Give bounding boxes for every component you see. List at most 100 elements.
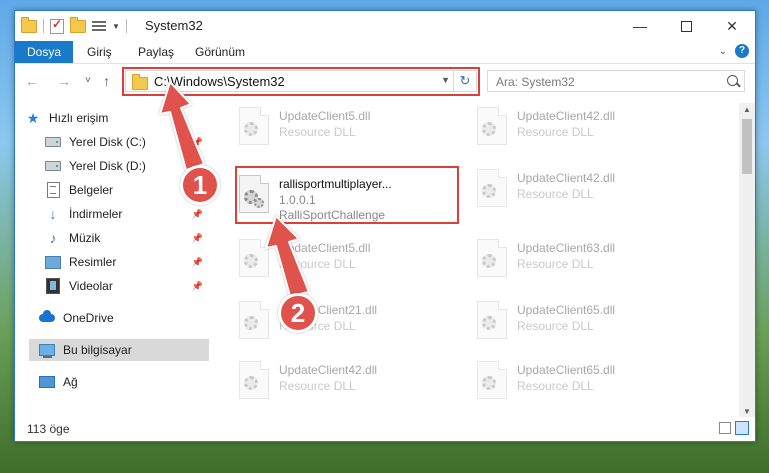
scroll-up-arrow-icon[interactable]: ▲ — [739, 105, 755, 114]
up-button[interactable]: ↑ — [103, 73, 110, 89]
nav-item-local-disk-c[interactable]: Yerel Disk (C:) 📌 — [45, 131, 209, 153]
gear-icon — [244, 316, 258, 330]
tab-paylas[interactable]: Paylaş — [138, 41, 174, 63]
nav-item-pictures[interactable]: Resimler 📌 — [45, 251, 209, 273]
item-count: 113 öge — [27, 422, 70, 436]
gear-icon — [482, 376, 496, 390]
file-description: Resource DLL — [279, 379, 356, 393]
refresh-button[interactable]: ↻ — [453, 71, 476, 91]
file-item[interactable]: UpdateClient42.dll Resource DLL — [471, 165, 691, 215]
computer-icon — [39, 342, 55, 358]
tab-dosya[interactable]: Dosya — [15, 41, 74, 63]
dll-file-icon — [477, 301, 507, 339]
documents-icon — [45, 182, 61, 198]
dll-file-icon — [477, 169, 507, 207]
file-item-rallisport[interactable]: rallisportmultiplayer... 1.0.0.1 RalliSp… — [233, 171, 453, 222]
address-bar[interactable]: C:\Windows\System32 ▼ ↻ — [125, 70, 477, 92]
vertical-scrollbar[interactable]: ▲ ▼ — [739, 103, 755, 418]
file-name: UpdateClient63.dll — [517, 241, 616, 255]
folder-icon — [132, 74, 148, 90]
rename-icon[interactable] — [92, 20, 106, 32]
nav-item-label: Resimler — [69, 255, 117, 269]
nav-item-music[interactable]: ♪ Müzik 📌 — [45, 227, 209, 249]
recent-locations-dropdown[interactable]: ˅ — [85, 75, 91, 86]
pin-icon: 📌 — [191, 256, 203, 267]
nav-item-videos[interactable]: Videolar 📌 — [45, 275, 209, 297]
tab-gorunum[interactable]: Görünüm — [195, 41, 245, 63]
dll-file-icon — [239, 361, 269, 399]
file-item[interactable]: UpdateClient42.dll Resource DLL — [471, 103, 691, 153]
step-badge-1: 1 — [180, 165, 220, 205]
pin-icon: 📌 — [191, 232, 203, 243]
file-description: Resource DLL — [279, 257, 356, 271]
file-item[interactable]: UpdateClient65.dll Resource DLL — [471, 357, 691, 407]
nav-item-label: İndirmeler — [69, 207, 123, 221]
file-item[interactable]: UpdateClient65.dll Resource DLL — [471, 297, 691, 347]
nav-item-this-pc[interactable]: Bu bilgisayar — [29, 339, 209, 361]
file-item[interactable]: UpdateClient63.dll Resource DLL — [471, 235, 691, 285]
address-path[interactable]: C:\Windows\System32 — [154, 74, 285, 89]
nav-item-label: Bu bilgisayar — [63, 343, 132, 357]
customize-toolbar-dropdown-icon[interactable]: ▼ — [112, 22, 120, 31]
back-button[interactable]: ← — [25, 73, 39, 89]
gear-icon — [254, 198, 264, 208]
nav-item-quick-access[interactable]: ★ Hızlı erişim — [25, 107, 219, 129]
close-button[interactable]: ✕ — [709, 11, 755, 41]
tab-giris[interactable]: Giriş — [87, 41, 112, 63]
nav-item-label: Müzik — [69, 231, 101, 245]
window-title: System32 — [145, 18, 203, 33]
gear-icon — [482, 316, 496, 330]
maximize-button[interactable] — [663, 11, 709, 41]
address-history-dropdown-icon[interactable]: ▼ — [441, 75, 450, 85]
dll-file-icon — [477, 239, 507, 277]
new-folder-icon[interactable] — [70, 16, 86, 33]
scrollbar-thumb[interactable] — [742, 119, 752, 174]
file-description: RalliSportChallenge — [279, 208, 386, 222]
nav-item-onedrive[interactable]: OneDrive — [39, 307, 209, 329]
toolbar-divider — [125, 19, 127, 33]
details-view-icon[interactable] — [719, 422, 731, 434]
large-icons-view-icon[interactable] — [735, 421, 749, 435]
file-name: UpdateClient42.dll — [279, 363, 378, 377]
gear-icon — [482, 254, 496, 268]
title-bar: ▼ System32 — ✕ — [15, 11, 755, 41]
file-item[interactable]: UpdateClient5.dll Resource DLL — [233, 235, 453, 285]
maximize-icon — [680, 20, 692, 32]
nav-item-network[interactable]: Ağ — [39, 371, 209, 393]
nav-item-label: Ağ — [63, 375, 78, 389]
nav-item-downloads[interactable]: ↓ İndirmeler 📌 — [45, 203, 209, 225]
file-name: UpdateClient5.dll — [279, 109, 371, 123]
file-item[interactable]: UpdateClient21.dll Resource DLL — [233, 297, 453, 347]
dll-file-icon — [239, 239, 269, 277]
gear-icon — [244, 254, 258, 268]
help-icon[interactable]: ? — [735, 44, 749, 58]
gear-icon — [244, 376, 258, 390]
pin-icon: 📌 — [191, 280, 203, 291]
file-name: UpdateClient65.dll — [517, 363, 616, 377]
nav-item-label: OneDrive — [63, 311, 114, 325]
search-icon — [727, 75, 738, 86]
search-box[interactable]: Ara: System32 — [487, 70, 745, 92]
dll-file-icon — [239, 107, 269, 145]
navigation-pane: ★ Hızlı erişim Yerel Disk (C:) 📌 Yerel D… — [15, 103, 211, 418]
file-item[interactable]: UpdateClient42.dll Resource DLL — [233, 357, 453, 407]
dll-file-icon — [239, 301, 269, 339]
scroll-down-arrow-icon[interactable]: ▼ — [739, 407, 755, 416]
video-icon — [45, 278, 61, 294]
nav-item-label: Yerel Disk (C:) — [69, 135, 146, 149]
file-description: Resource DLL — [517, 125, 594, 139]
properties-check-icon[interactable] — [50, 17, 64, 34]
file-item[interactable]: UpdateClient5.dll Resource DLL — [233, 103, 453, 153]
navigation-bar: ← → ˅ ↑ C:\Windows\System32 ▼ ↻ Ara: Sys… — [15, 64, 755, 98]
minimize-button[interactable]: — — [617, 11, 663, 41]
drive-icon — [45, 134, 61, 150]
file-name: UpdateClient5.dll — [279, 241, 371, 255]
nav-item-label: Hızlı erişim — [49, 111, 109, 125]
nav-item-label: Videolar — [69, 279, 113, 293]
pin-icon: 📌 — [191, 208, 203, 219]
expand-ribbon-chevron-icon[interactable]: ⌄ — [719, 46, 727, 57]
forward-button[interactable]: → — [57, 73, 71, 89]
network-icon — [39, 374, 55, 390]
pin-icon: 📌 — [191, 136, 203, 147]
toolbar-divider — [43, 19, 44, 33]
